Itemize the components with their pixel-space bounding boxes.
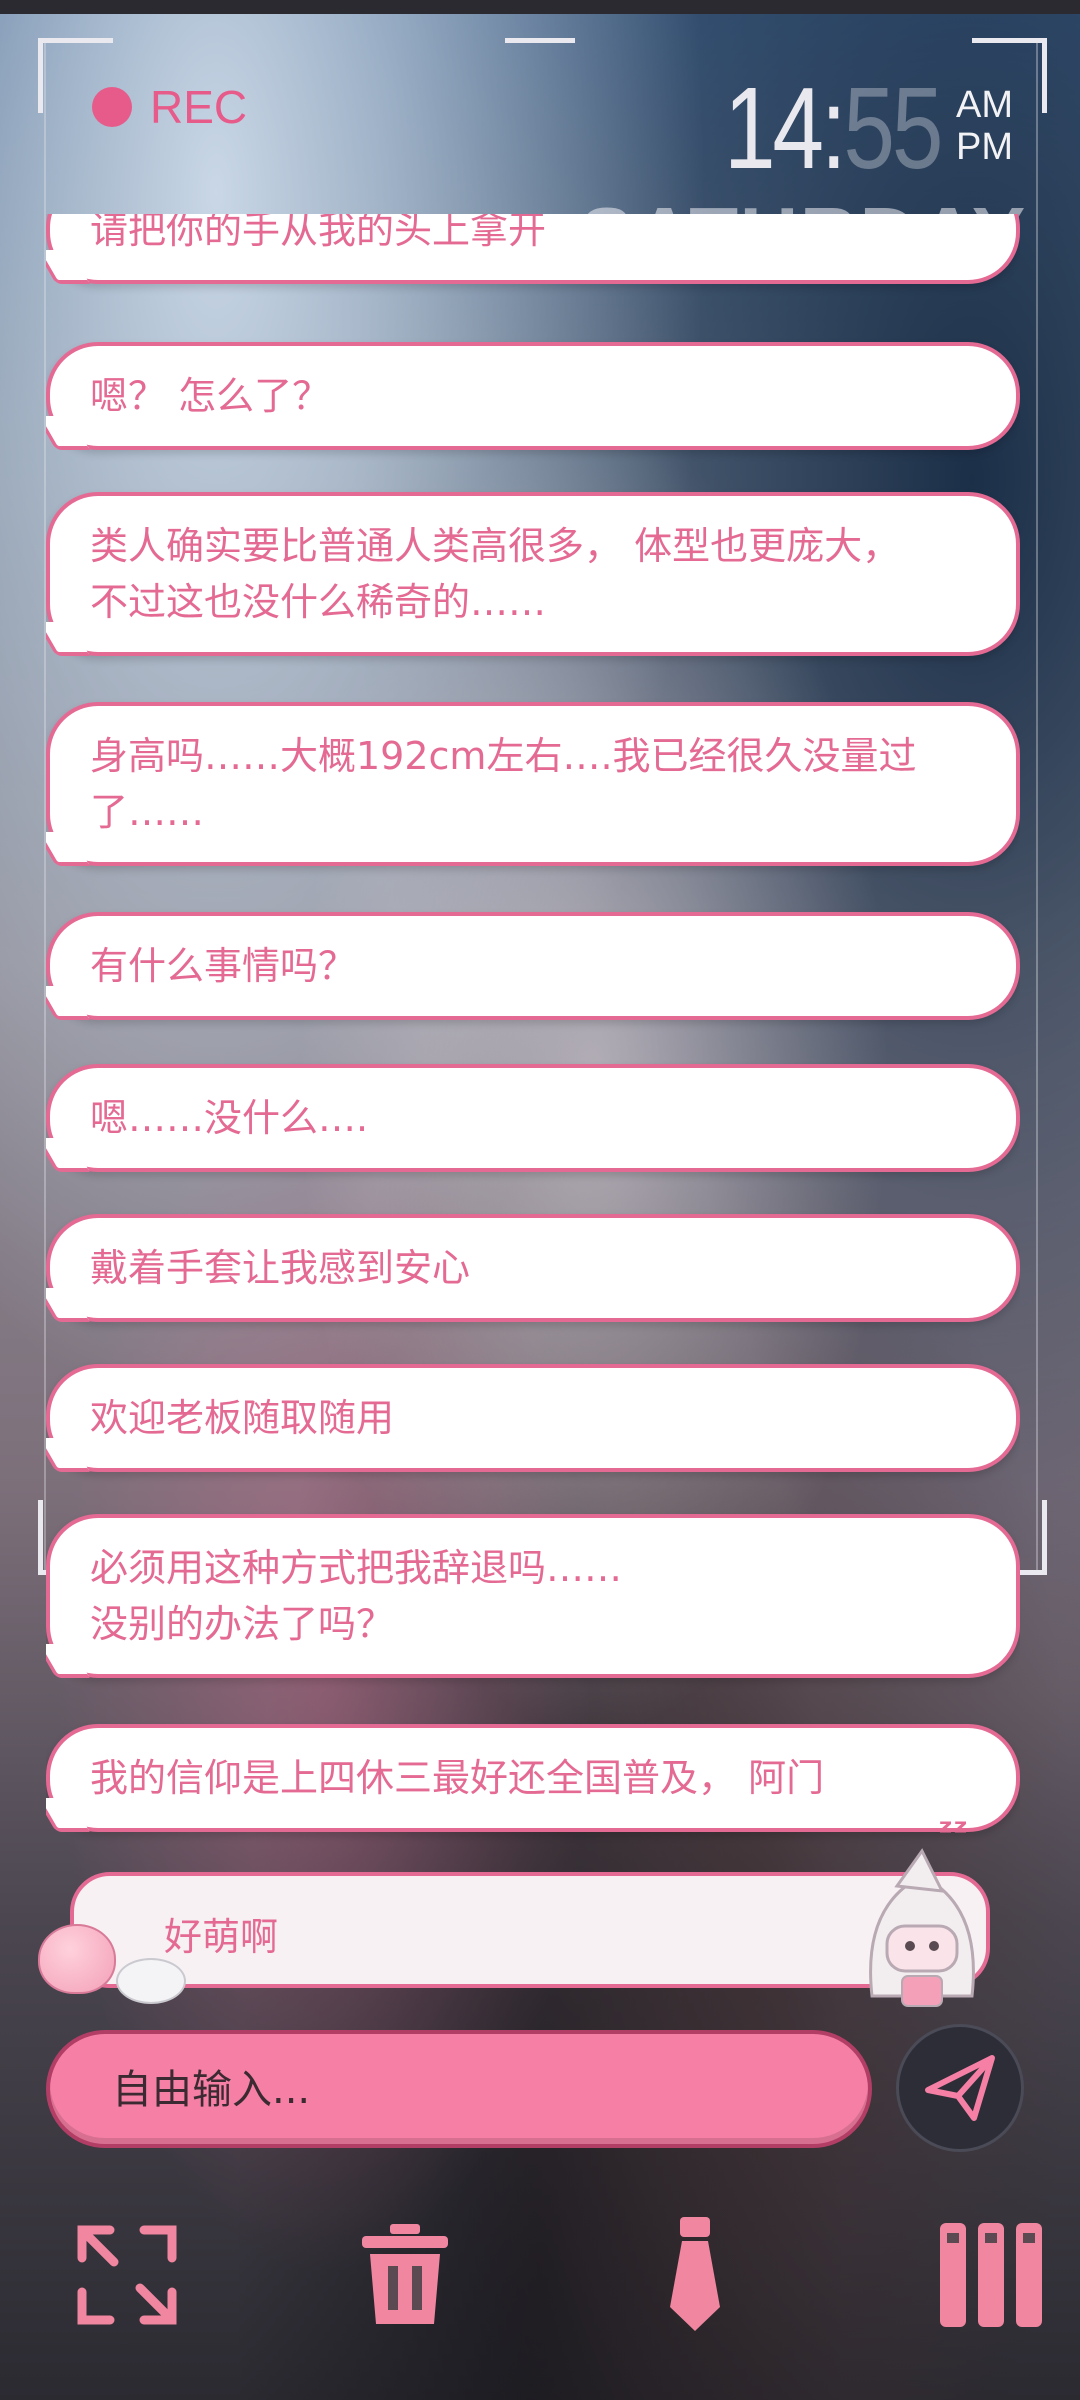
rec-dot-icon [92,87,132,127]
message-bubble: 请把你的手从我的头上拿开 [46,214,1020,284]
chat-log[interactable]: 请把你的手从我的头上拿开 嗯？ 怎么了？ 类人确实要比普通人类高很多， 体型也更… [46,214,1020,1844]
message-bubble: 身高吗……大概192cm左右….我已经很久没量过了…… [46,702,1020,866]
seal-icon [116,1958,186,2004]
clock-pm: PM [956,126,1013,168]
expand-icon [77,2225,177,2325]
viewfinder-top-tick [505,38,575,43]
rec-label: REC [150,81,248,133]
quick-reply-text: 好萌啊 [164,1915,279,1959]
send-icon [925,2055,995,2121]
clock-am: AM [956,84,1013,126]
viewfinder-right-line [1036,40,1038,1570]
clock-minute: 55 [843,63,943,193]
tie-icon [670,2217,720,2331]
message-bubble: 我的信仰是上四休三最好还全国普及， 阿门 [46,1724,1020,1832]
peach-icon [38,1924,116,1994]
message-input-container[interactable] [46,2030,872,2148]
message-bubble: 必须用这种方式把我辞退吗…… 没别的办法了吗？ [46,1514,1020,1678]
message-bubble: 欢迎老板随取随用 [46,1364,1020,1472]
message-bubble: 戴着手套让我感到安心 [46,1214,1020,1322]
clock-time: 14:55 [724,70,943,186]
character-button[interactable] [630,2210,760,2340]
menu-bars-icon [940,2223,1042,2327]
rec-indicator: REC [92,80,247,134]
expand-button[interactable] [62,2210,192,2340]
menu-button[interactable] [926,2210,1056,2340]
message-bubble: 有什么事情吗？ [46,912,1020,1020]
delete-button[interactable] [340,2210,470,2340]
send-button[interactable] [896,2024,1024,2152]
chibi-mascot-icon [869,1848,975,2007]
message-bubble: 嗯？ 怎么了？ [46,342,1020,450]
bottom-toolbar [0,2210,1080,2400]
clock-colon: : [820,63,847,193]
clock-ampm: AM PM [956,84,1013,168]
clock-hour: 14 [724,63,824,193]
clock: 14:55 AM PM [724,70,1013,186]
chat-screen: REC 14:55 AM PM SATURDAY 请把你的手从我的头上拿开 嗯？… [0,0,1080,2400]
message-bubble: 类人确实要比普通人类高很多， 体型也更庞大， 不过这也没什么稀奇的…… [46,492,1020,656]
status-bar [0,0,1080,14]
message-input[interactable] [110,2034,834,2146]
trash-icon [362,2224,448,2324]
message-bubble: 嗯……没什么…. [46,1064,1020,1172]
